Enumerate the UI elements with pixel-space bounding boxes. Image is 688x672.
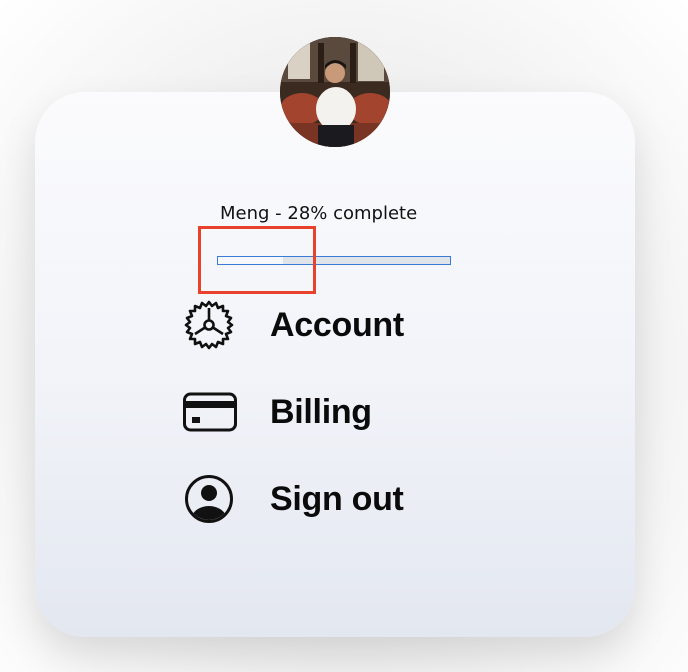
credit-card-icon <box>182 384 240 440</box>
menu-item-account-label: Account <box>270 305 404 344</box>
menu-item-sign-out[interactable]: Sign out <box>182 471 404 527</box>
menu-item-billing[interactable]: Billing <box>182 384 372 440</box>
highlight-annotation <box>198 226 316 294</box>
menu-item-billing-label: Billing <box>270 392 372 431</box>
menu-item-account[interactable]: Account <box>182 297 404 353</box>
avatar-photo <box>280 37 390 147</box>
progress-label: Meng - 28% complete <box>220 203 418 224</box>
gear-icon <box>182 297 240 353</box>
profile-card <box>35 92 635 637</box>
avatar[interactable] <box>280 37 390 147</box>
menu-item-sign-out-label: Sign out <box>270 479 404 518</box>
screen: Meng - 28% complete Account Billing Sign… <box>0 0 688 672</box>
user-circle-icon <box>182 471 240 527</box>
